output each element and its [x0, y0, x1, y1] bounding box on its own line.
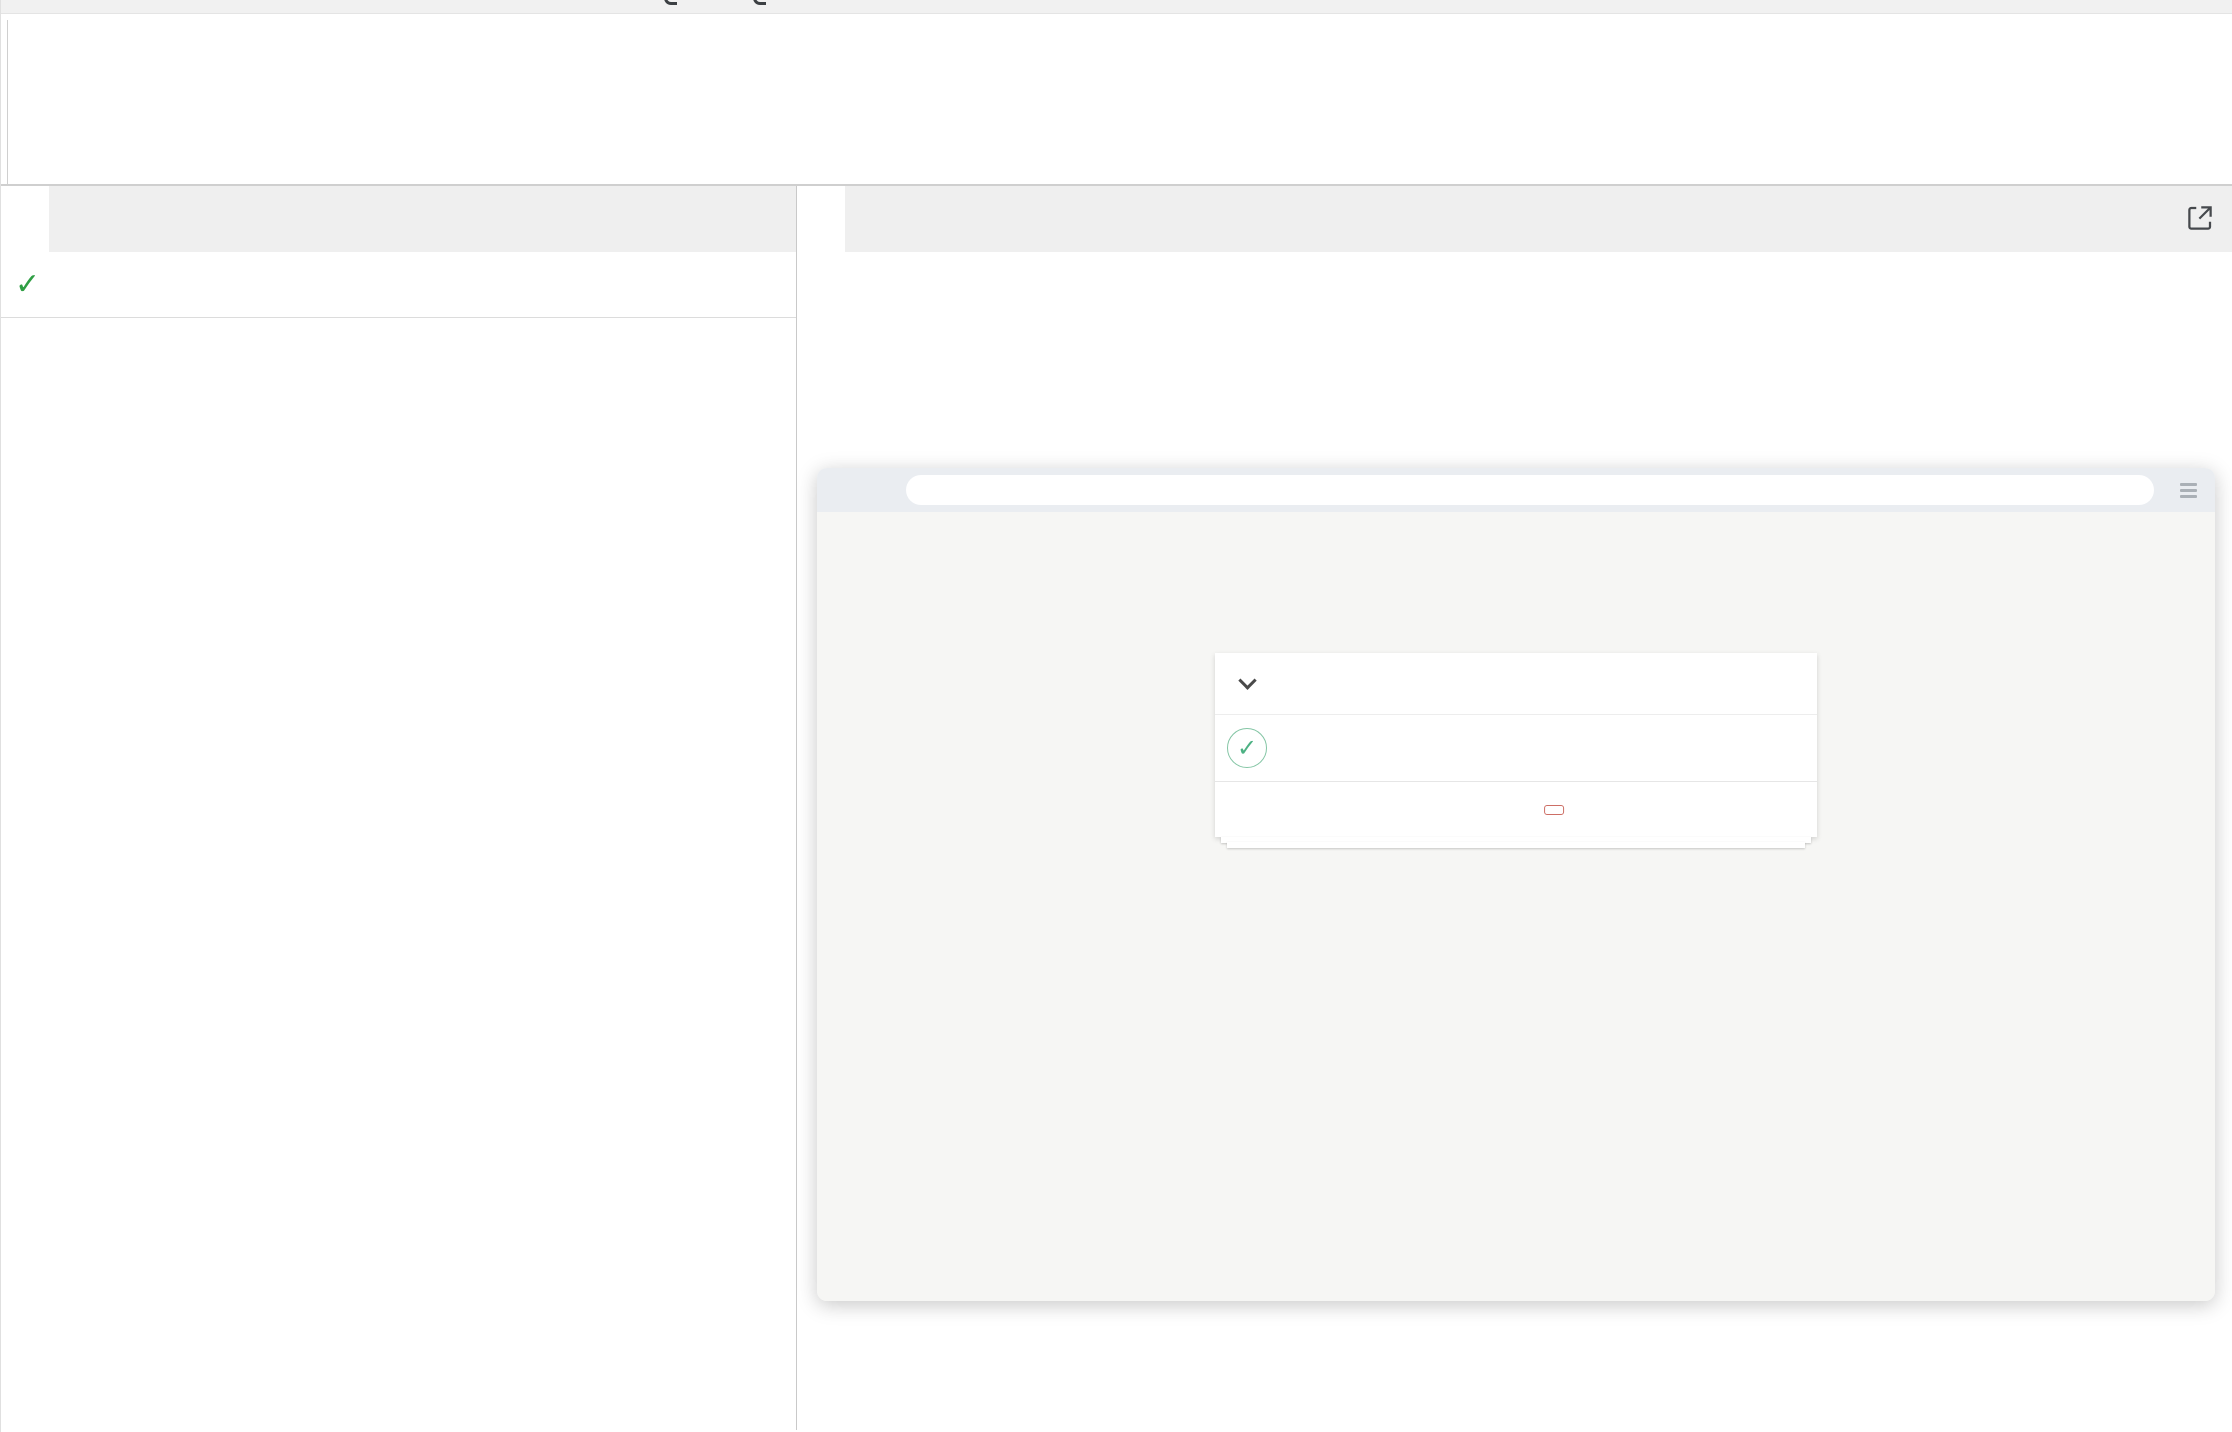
filter-group — [1469, 805, 1571, 815]
tab-action[interactable] — [797, 186, 845, 252]
trace-viewer: ✓ — [0, 0, 2232, 1432]
traffic-light-zoom — [873, 484, 886, 497]
filter-all[interactable] — [1476, 805, 1496, 815]
tab-after[interactable] — [893, 186, 941, 252]
timeline-origin-line — [7, 20, 8, 184]
browser-window: ✓ — [817, 468, 2215, 1301]
tab-before[interactable] — [845, 186, 893, 252]
tab-metadata[interactable] — [49, 186, 97, 252]
snapshot-area: ✓ — [797, 252, 2232, 1430]
traffic-light-close — [835, 484, 848, 497]
todo-card: ✓ — [1215, 653, 1817, 837]
timeline[interactable] — [1, 14, 2232, 186]
todo-item-row: ✓ — [1215, 715, 1817, 781]
toggle-all-icon[interactable] — [1238, 671, 1256, 689]
todo-checked-icon[interactable]: ✓ — [1227, 728, 1267, 768]
menu-icon[interactable] — [2180, 480, 2197, 501]
todo-footer — [1215, 781, 1817, 837]
clipped-window-title — [664, 0, 677, 5]
card-stack-layer — [1227, 842, 1805, 848]
traffic-light-minimize — [854, 484, 867, 497]
browser-chrome — [817, 468, 2215, 512]
url-bar[interactable] — [906, 475, 2154, 505]
main-split: ✓ — [1, 186, 2232, 1430]
tab-actions[interactable] — [1, 186, 49, 252]
clipped-window-title — [753, 0, 766, 5]
snapshot-panel: ✓ — [797, 186, 2232, 1430]
open-snapshot-external-icon[interactable] — [2184, 203, 2216, 235]
filter-completed[interactable] — [1544, 805, 1564, 815]
test-status-row: ✓ — [1, 252, 796, 318]
filter-active[interactable] — [1510, 805, 1530, 815]
new-todo-row — [1215, 653, 1817, 715]
left-tabbar — [1, 186, 796, 252]
todo-app-page: ✓ — [817, 512, 2215, 1301]
right-tabbar — [797, 186, 2232, 252]
check-icon: ✓ — [15, 267, 51, 302]
actions-panel: ✓ — [1, 186, 797, 1430]
action-list — [1, 318, 796, 1430]
window-top-strip — [1, 0, 2232, 14]
